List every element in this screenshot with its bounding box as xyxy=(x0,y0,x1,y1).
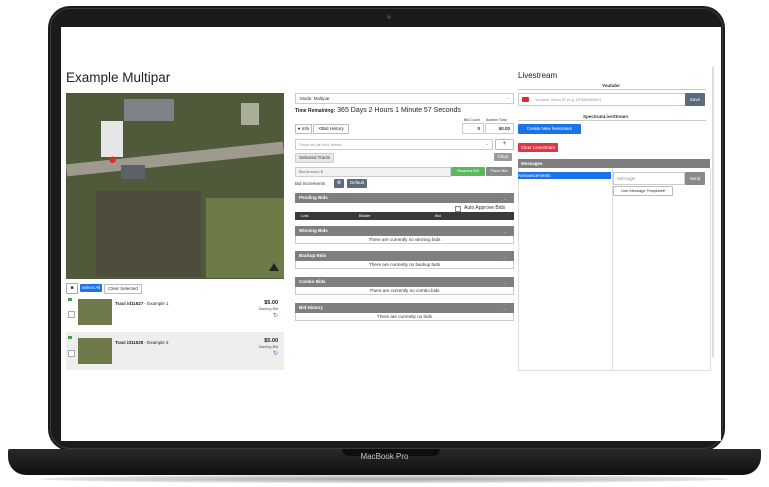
bid-history-empty: There are currently no bids xyxy=(295,313,514,321)
default-button[interactable]: Default xyxy=(347,179,367,188)
time-remaining: Time Remaining: 365 Days 2 Hours 1 Minut… xyxy=(295,107,461,114)
tract-checkbox[interactable] xyxy=(68,350,75,357)
combo-bids-header[interactable]: Combo Bids _ xyxy=(295,277,514,287)
page-title: Example Multipar xyxy=(66,70,171,85)
right-scrollbar[interactable] xyxy=(712,67,714,357)
channel-divider xyxy=(612,168,613,370)
brand-label: MacBook Pro xyxy=(360,452,409,461)
increment-settings-button[interactable]: ⚙ xyxy=(334,179,344,188)
tract-row[interactable]: Tract id11528 - Example 2 $5.00 Starting… xyxy=(66,332,284,370)
tract-thumbnail xyxy=(78,299,112,325)
map-building xyxy=(241,103,259,125)
tract-status-icon xyxy=(68,336,72,339)
clear-selected-button[interactable]: Clear Selected xyxy=(104,284,142,294)
livestream-title: Livestream xyxy=(518,71,558,80)
map-field xyxy=(96,191,201,277)
tract-name: - Example 2 xyxy=(144,340,169,345)
mode-select[interactable]: Mode: Multipar ⌄ xyxy=(295,93,514,104)
auction-total-value: $0.00 xyxy=(485,123,514,134)
tract-price-label: Starting Bid xyxy=(258,345,278,349)
youtube-icon xyxy=(522,97,529,102)
camera-dot xyxy=(387,15,391,19)
map-building xyxy=(124,99,174,121)
tract-thumbnail xyxy=(78,338,112,364)
tract-price-label: Starting Bid xyxy=(258,307,278,311)
youtube-input[interactable]: Youtube Video ID (e.g. DPfdRk0RhE) xyxy=(518,93,686,106)
chevron-down-icon: ⌄ xyxy=(506,95,510,100)
tract-id: Tract id11527 xyxy=(115,301,144,306)
map-building xyxy=(121,165,145,179)
send-button[interactable]: Send xyxy=(685,172,705,185)
save-button[interactable]: Save xyxy=(685,93,705,106)
winning-bids-empty: There are currently no winning bids xyxy=(295,236,514,244)
spectrum-label: SpectrumLiveStream xyxy=(583,114,629,119)
bid-amount-input[interactable]: Bid Amount $ xyxy=(295,167,451,177)
chevron-down-icon: ⌄ xyxy=(485,141,489,146)
pending-bids-table-header: Lots Bidder Bid xyxy=(295,212,514,220)
tract-row[interactable]: Tract id11527 - Example 1 $5.00 Starting… xyxy=(66,295,284,329)
bid-count-value: 0 xyxy=(462,123,484,134)
place-bid-button[interactable]: Place Bid xyxy=(486,167,512,176)
combo-bids-empty: There are currently no combo bids xyxy=(295,287,514,295)
base-shadow xyxy=(40,475,730,483)
aerial-map[interactable]: ● xyxy=(66,93,284,279)
undo-icon[interactable]: ↻ xyxy=(273,312,278,319)
create-livestream-button[interactable]: Create New livestream xyxy=(518,124,581,134)
screen: Example Multipar ● ■ Select All Clear Se… xyxy=(61,27,721,441)
backup-bids-header[interactable]: Backup Bids _ xyxy=(295,251,514,261)
lock-button[interactable]: ■ xyxy=(66,283,78,294)
tract-name: - Example 1 xyxy=(144,301,169,306)
announcements-channel[interactable]: Announcements xyxy=(518,172,611,179)
add-floor-bid-button[interactable]: + xyxy=(495,139,514,150)
map-road xyxy=(66,141,284,177)
undo-icon[interactable]: ↻ xyxy=(273,350,278,357)
location-pin-icon[interactable]: ● xyxy=(108,151,117,168)
backup-bids-empty: There are currently no backup bids xyxy=(295,261,514,269)
tract-checkbox[interactable] xyxy=(68,311,75,318)
youtube-label: Youtube xyxy=(602,83,620,88)
tract-id: Tract id11528 xyxy=(115,340,144,345)
select-all-button[interactable]: Select All xyxy=(80,284,102,292)
bid-count-label: Bid Count xyxy=(464,118,480,122)
tract-status-icon xyxy=(68,298,72,301)
floor-bidder-select[interactable]: Place bid as floor bidder ⌄ xyxy=(295,139,493,150)
clear-button[interactable]: Clear xyxy=(494,153,512,161)
north-arrow-icon xyxy=(269,263,279,271)
use-message-template-button[interactable]: Use Message Template▾ xyxy=(613,186,673,196)
info-button[interactable]: ● Info xyxy=(295,124,312,134)
request-bid-button[interactable]: Request Bid xyxy=(451,167,485,176)
message-input[interactable]: Message xyxy=(613,172,685,185)
auction-total-label: Auction Total xyxy=(486,118,507,122)
pending-bids-header[interactable]: Pending Bids _ xyxy=(295,193,514,203)
bid-history-header[interactable]: Bid History _ xyxy=(295,303,514,313)
clear-livestream-button[interactable]: Clear Livestream xyxy=(518,143,558,152)
winning-bids-header[interactable]: Winning Bids _ xyxy=(295,226,514,236)
selected-tracts-button[interactable]: Selected Tracts xyxy=(295,153,334,163)
tract-price: $5.00 xyxy=(264,300,278,306)
messages-panel xyxy=(518,168,711,371)
tract-price: $5.00 xyxy=(264,338,278,344)
bid-history-button[interactable]: ⟲Bid History xyxy=(313,124,349,134)
bid-increments-label: Bid Increments xyxy=(295,181,326,186)
messages-header: Messages xyxy=(518,159,710,168)
